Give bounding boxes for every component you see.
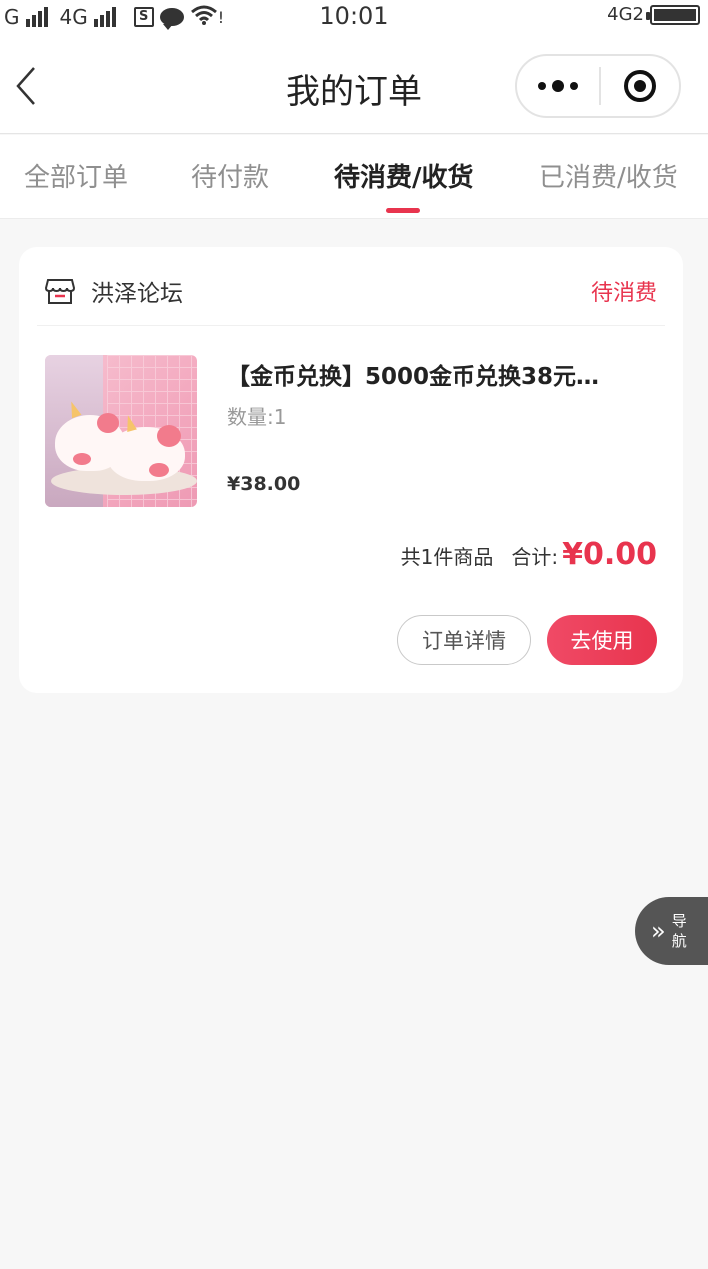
- total-label: 合计:: [511, 545, 559, 569]
- tab-pending-payment[interactable]: 待付款: [191, 157, 269, 194]
- order-status-badge: 待消费: [590, 281, 657, 306]
- more-button[interactable]: [517, 56, 599, 116]
- tab-pending-consume[interactable]: 待消费/收货: [334, 157, 474, 194]
- image-foot-right: [149, 463, 169, 477]
- image-mane-right: [157, 425, 181, 447]
- item-count: 共1件商品: [400, 545, 494, 569]
- mini-program-capsule: [515, 54, 681, 118]
- order-detail-button[interactable]: 订单详情: [397, 615, 531, 665]
- store-row[interactable]: 洪泽论坛 待消费: [37, 247, 665, 326]
- product-image[interactable]: [45, 355, 197, 507]
- network-label: 4G2: [607, 4, 644, 25]
- floating-nav-label: 导航: [671, 912, 687, 950]
- use-button[interactable]: 去使用: [547, 615, 657, 665]
- order-summary: 共1件商品 合计: ¥0.00: [401, 537, 657, 577]
- tab-consumed[interactable]: 已消费/收货: [539, 157, 678, 194]
- floating-nav-button[interactable]: » 导航: [635, 897, 708, 965]
- store-icon: [44, 277, 76, 309]
- status-bar: G 4G S ! 10:01 4G2: [0, 0, 708, 34]
- store-name: 洪泽论坛: [91, 281, 183, 307]
- order-card[interactable]: 洪泽论坛 待消费 【金币兑换】5000金币兑换38元… 数量:1 ¥38.00 …: [19, 247, 683, 693]
- battery-icon: [646, 4, 700, 25]
- double-chevron-icon: »: [651, 917, 666, 945]
- image-mane-left: [97, 413, 119, 433]
- status-right: 4G2: [607, 4, 700, 25]
- product-quantity: 数量:1: [227, 405, 287, 429]
- status-time: 10:01: [319, 2, 389, 30]
- nav-bar: 我的订单: [0, 34, 708, 134]
- more-dots-icon-end: [570, 82, 578, 90]
- active-tab-indicator: [386, 208, 420, 213]
- total-amount: ¥0.00: [562, 537, 657, 572]
- more-dots-icon: [538, 82, 546, 90]
- target-circle-icon: [624, 70, 656, 102]
- image-foot-left: [73, 453, 91, 465]
- order-tabs: 全部订单 待付款 待消费/收货 已消费/收货: [0, 135, 708, 219]
- more-dots-icon-center: [552, 80, 564, 92]
- close-button[interactable]: [601, 56, 679, 116]
- tab-all-orders[interactable]: 全部订单: [24, 157, 128, 194]
- product-price: ¥38.00: [227, 473, 301, 495]
- product-title[interactable]: 【金币兑换】5000金币兑换38元…: [227, 357, 647, 391]
